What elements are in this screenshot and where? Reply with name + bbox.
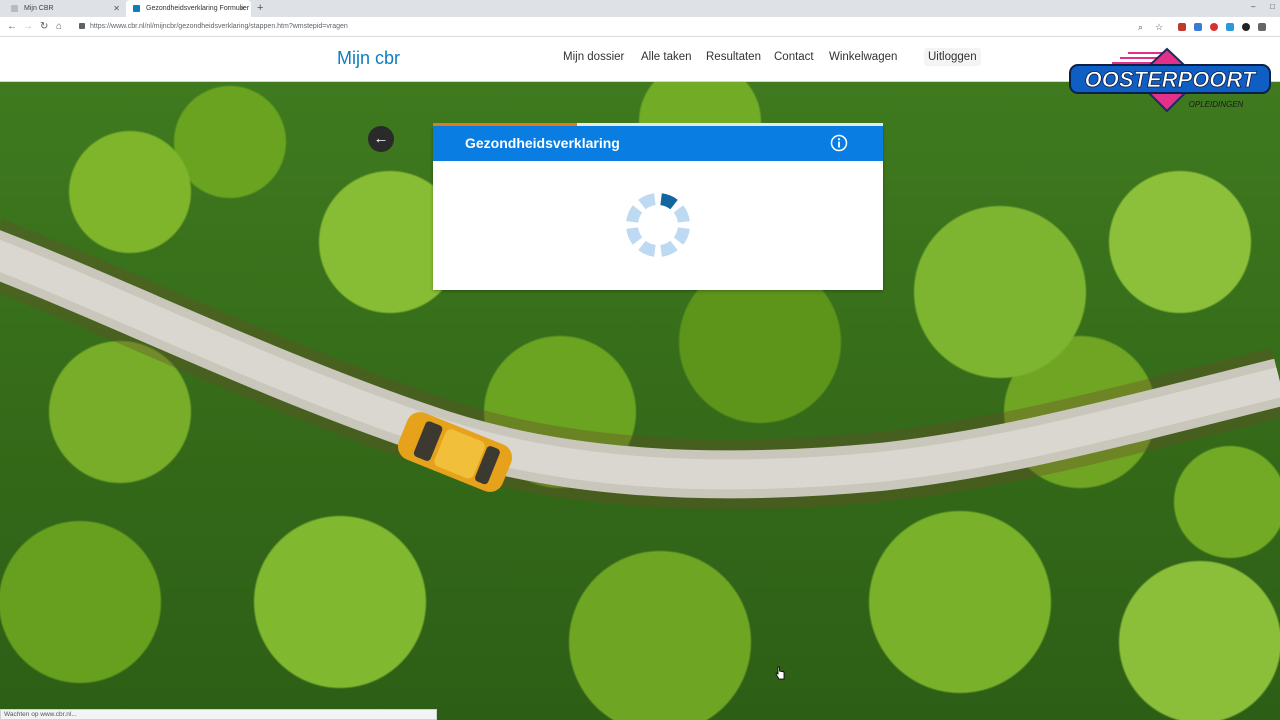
- bookmark-star-icon[interactable]: ☆: [1155, 20, 1163, 34]
- page-favicon-icon: [11, 5, 18, 12]
- browser-tab-mijn-cbr[interactable]: Mijn CBR ✕: [4, 0, 125, 17]
- zoom-icon[interactable]: ⌕: [1138, 20, 1143, 34]
- spinner-segment: [638, 240, 656, 257]
- svg-text:OPLEIDINGEN: OPLEIDINGEN: [1189, 100, 1244, 109]
- nav-winkelwagen[interactable]: Winkelwagen: [829, 51, 897, 63]
- spinner-segment: [638, 193, 656, 210]
- reload-icon[interactable]: ↻: [40, 20, 48, 34]
- home-icon[interactable]: ⌂: [56, 20, 62, 34]
- back-nav-icon[interactable]: ←: [7, 20, 17, 34]
- spinner-segment: [626, 227, 643, 245]
- info-icon[interactable]: [830, 134, 848, 152]
- arrow-left-icon: ←: [373, 130, 389, 147]
- minimize-window-icon[interactable]: –: [1251, 0, 1255, 14]
- extension-icon[interactable]: [1226, 23, 1234, 31]
- spinner-segment: [673, 205, 690, 223]
- health-declaration-modal: Gezondheidsverklaring: [433, 123, 883, 290]
- url-field[interactable]: https://www.cbr.nl/nl/mijncbr/gezondheid…: [90, 17, 348, 37]
- site-brand-link[interactable]: Mijn cbr: [337, 48, 400, 69]
- maximize-window-icon[interactable]: □: [1270, 0, 1275, 14]
- spinner-segment: [673, 227, 690, 245]
- browser-tab-strip: Mijn CBR ✕ Gezondheidsverklaring Formuli…: [0, 0, 1280, 17]
- cbr-favicon-icon: [133, 5, 140, 12]
- browser-tab-gezondheidsverklaring[interactable]: Gezondheidsverklaring Formulier ✕: [126, 0, 251, 17]
- modal-header: Gezondheidsverklaring: [433, 126, 883, 161]
- nav-alle-taken[interactable]: Alle taken: [641, 51, 692, 63]
- tab-title: Gezondheidsverklaring Formulier: [146, 5, 250, 12]
- spinner-segment: [626, 205, 643, 223]
- back-button[interactable]: ←: [368, 126, 394, 152]
- tab-title: Mijn CBR: [24, 5, 54, 12]
- extension-icon[interactable]: [1258, 23, 1266, 31]
- nav-mijn-dossier[interactable]: Mijn dossier: [563, 51, 624, 63]
- nav-contact[interactable]: Contact: [774, 51, 814, 63]
- nav-resultaten[interactable]: Resultaten: [706, 51, 761, 63]
- extension-icon[interactable]: [1178, 23, 1186, 31]
- spinner-segment: [660, 193, 678, 210]
- svg-text:OOSTERPOORT: OOSTERPOORT: [1085, 67, 1257, 92]
- spinner-segment: [660, 240, 678, 257]
- forward-nav-icon[interactable]: →: [23, 20, 33, 34]
- close-tab-icon[interactable]: ✕: [239, 0, 246, 17]
- loading-spinner-icon: [626, 193, 690, 257]
- address-bar: ← → ↻ ⌂ https://www.cbr.nl/nl/mijncbr/ge…: [0, 17, 1280, 37]
- logout-button[interactable]: Uitloggen: [924, 48, 981, 66]
- extension-icon[interactable]: [1210, 23, 1218, 31]
- oosterpoort-logo: OOSTERPOORT OPLEIDINGEN: [1069, 47, 1271, 113]
- browser-status-bar: Wachten op www.cbr.nl...: [0, 709, 437, 720]
- hand-cursor-icon: [775, 666, 785, 680]
- extension-icon[interactable]: [1194, 23, 1202, 31]
- lock-icon: [79, 23, 85, 29]
- close-tab-icon[interactable]: ✕: [113, 0, 120, 17]
- modal-title: Gezondheidsverklaring: [465, 135, 620, 151]
- new-tab-button[interactable]: +: [257, 0, 263, 17]
- extension-icon[interactable]: [1242, 23, 1250, 31]
